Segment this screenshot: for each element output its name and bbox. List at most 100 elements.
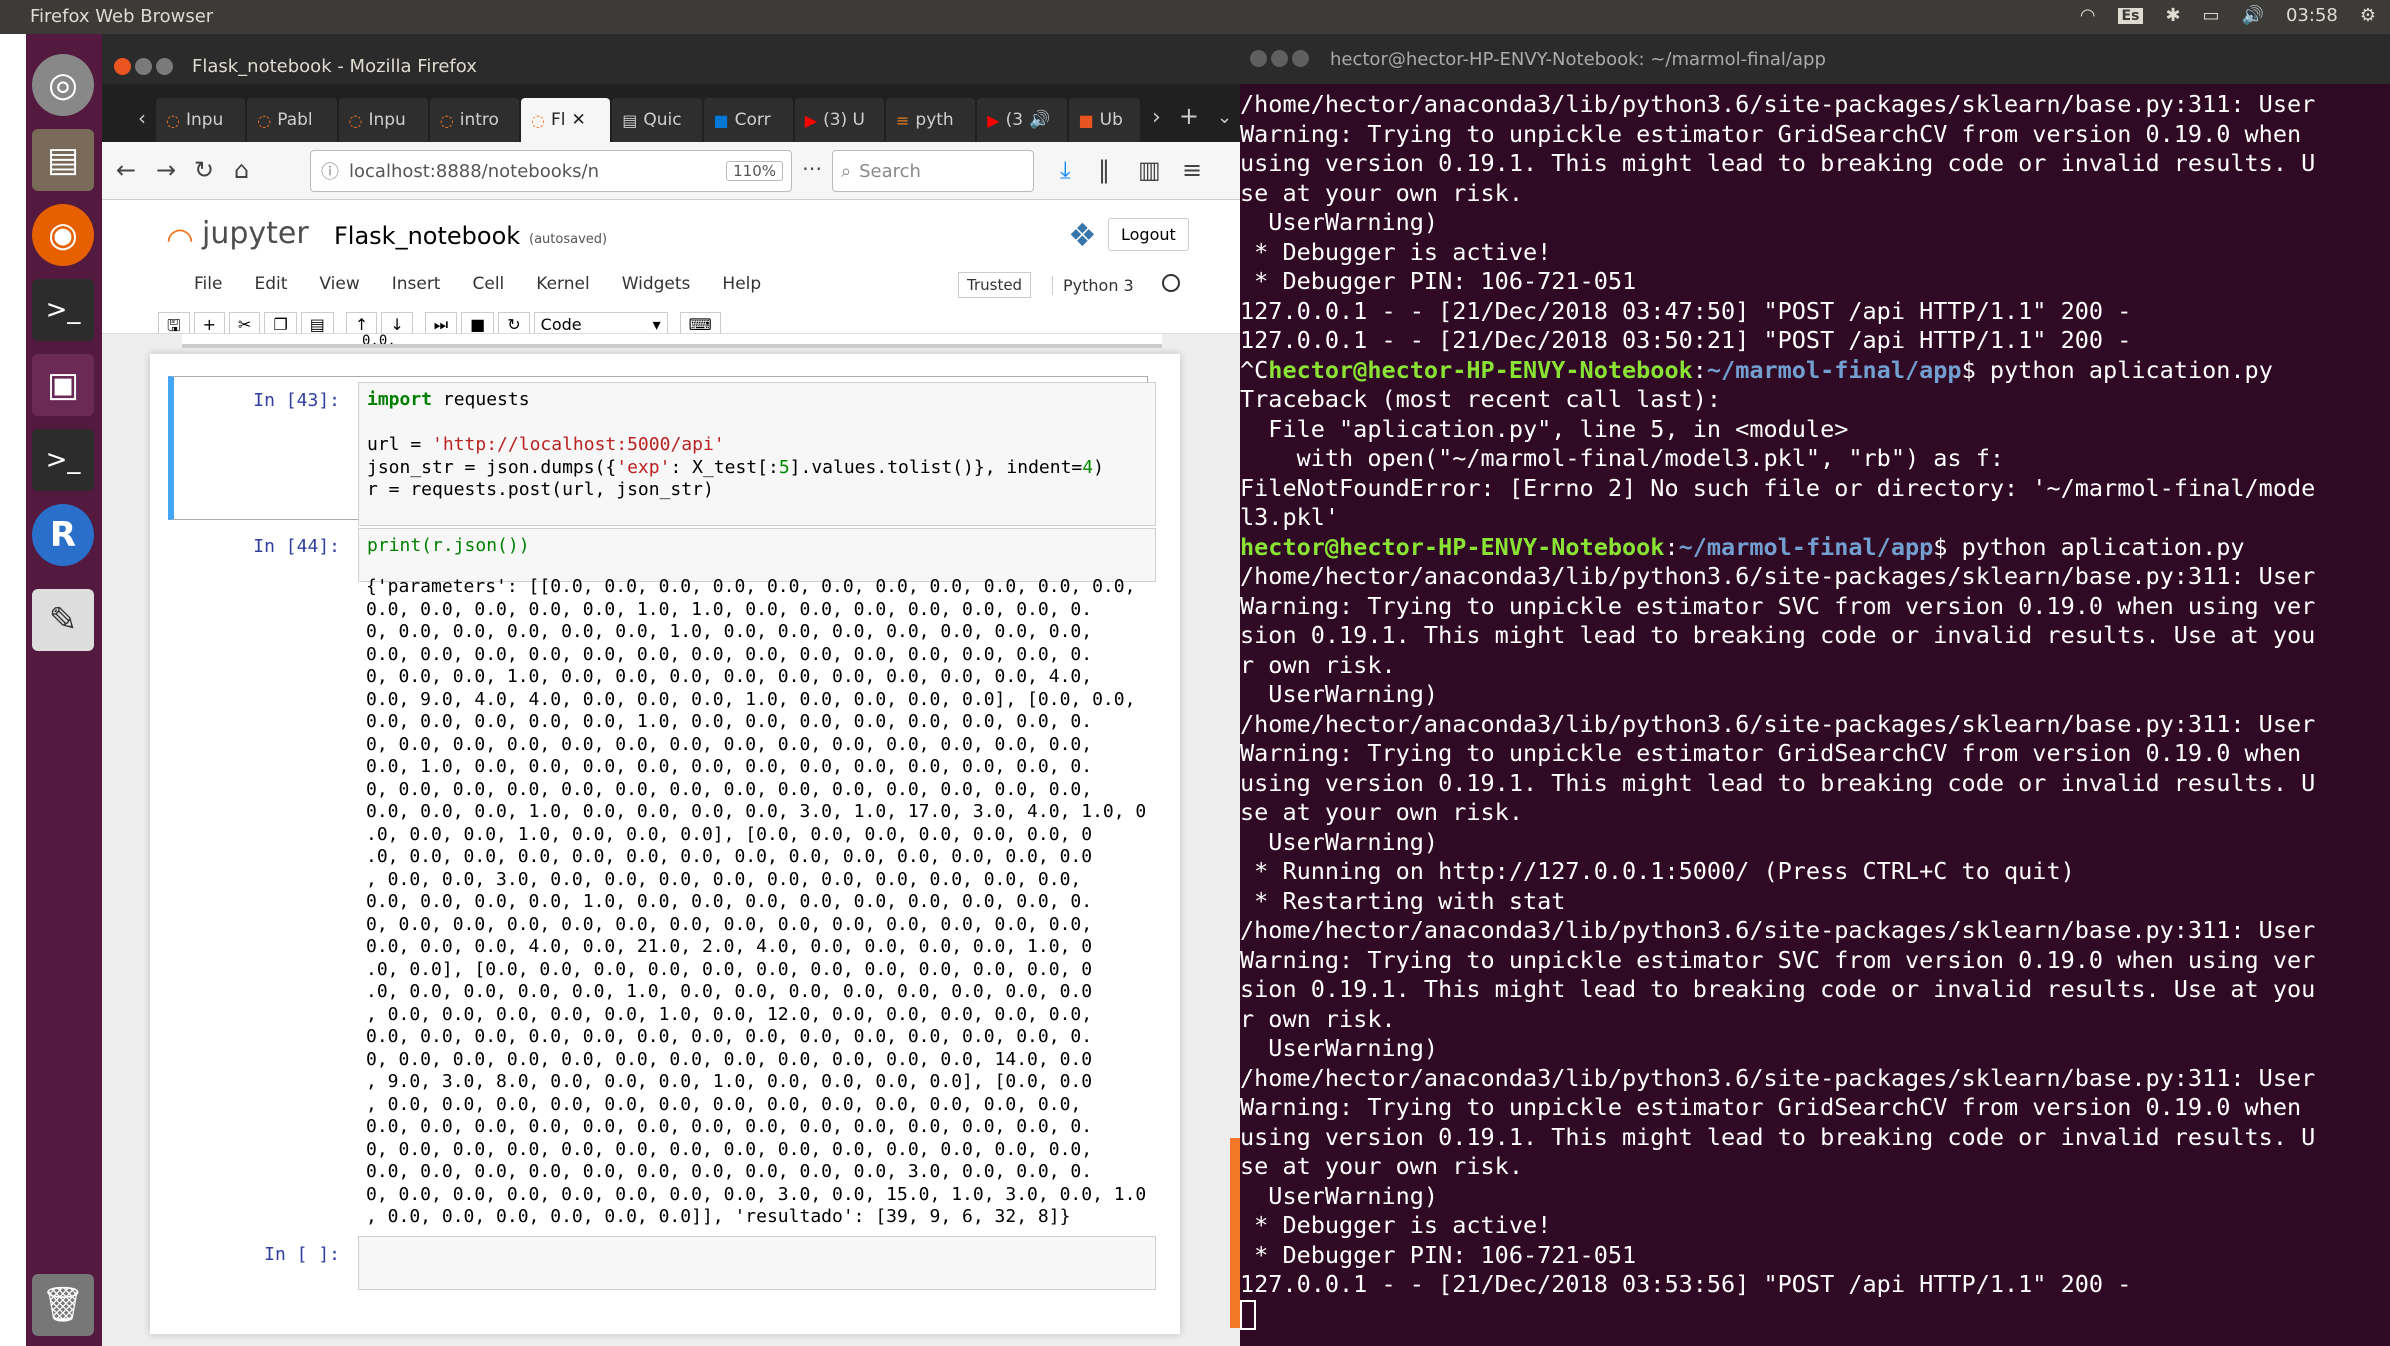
forward-icon[interactable]: → — [156, 156, 176, 184]
wifi-icon[interactable]: ◠ — [2080, 5, 2096, 26]
menu-widgets[interactable]: Widgets — [606, 264, 707, 300]
tab[interactable]: ≡ pyth — [886, 98, 976, 142]
tab[interactable]: ◌ intro — [429, 98, 519, 142]
tab[interactable]: ■ Ub — [1068, 98, 1141, 142]
tab[interactable]: ◌ Inpu — [338, 98, 428, 142]
terminal-prompt-line: ^Chector@hector-HP-ENVY-Notebook:~/marmo… — [1240, 355, 2273, 384]
home-icon[interactable]: ⌂ — [234, 156, 249, 184]
search-field[interactable]: ⌕ Search — [832, 150, 1034, 192]
kernel-name: Python 3 — [1052, 276, 1134, 295]
jupyter-favicon-icon: ◌ — [531, 110, 545, 130]
terminal-prompt-line: hector@hector-HP-ENVY-Notebook:~/marmol-… — [1240, 532, 2245, 561]
jupyter-logo-icon[interactable]: ◠ — [166, 220, 194, 258]
terminal-line: UserWarning) — [1240, 680, 1439, 708]
output-line: 0.0, 0.0, 0.0, 0.0, 0.0, 0.0, 0.0, 0.0, … — [366, 1026, 1093, 1047]
output-line: 0.0, 0.0, 0.0, 4.0, 0.0, 21.0, 2.0, 4.0,… — [366, 936, 1093, 957]
trusted-indicator[interactable]: Trusted — [958, 272, 1032, 298]
jupyter-favicon-icon: ◌ — [166, 110, 180, 130]
tab[interactable]: ◌ Inpu — [156, 98, 246, 142]
text-editor-icon[interactable]: ✎ — [32, 589, 94, 651]
ubuntu-dash-icon[interactable]: ◎ — [32, 54, 94, 116]
reload-icon[interactable]: ↻ — [194, 156, 214, 184]
menu-view[interactable]: View — [303, 264, 375, 300]
cell-prompt: In [44]: — [253, 536, 340, 557]
back-icon[interactable]: ← — [116, 156, 136, 184]
scroll-indicator[interactable] — [1230, 1138, 1240, 1328]
speaker-icon[interactable]: 🔊 — [1029, 110, 1050, 130]
files-icon[interactable]: ▤ — [32, 129, 94, 191]
output-line: 0.0, 0.0, 0.0, 0.0, 0.0, 1.0, 1.0, 0.0, … — [366, 598, 1093, 620]
jupyter-logo-text[interactable]: jupyter — [202, 216, 309, 251]
tab-scroll-right-icon[interactable]: › — [1142, 105, 1171, 142]
gear-icon[interactable]: ⚙ — [2360, 5, 2376, 26]
output-line: 0.0, 1.0, 0.0, 0.0, 0.0, 0.0, 0.0, 0.0, … — [366, 756, 1093, 777]
maximize-icon[interactable] — [1292, 50, 1309, 67]
terminal-output[interactable]: /home/hector/anaconda3/lib/python3.6/sit… — [1240, 84, 2390, 1346]
terminal-line: se at your own risk. — [1240, 1152, 1523, 1180]
disk-icon[interactable]: ▣ — [32, 354, 94, 416]
terminal-icon[interactable]: >_ — [32, 279, 94, 341]
sidebar-icon[interactable]: ▥ — [1138, 156, 1161, 184]
navigation-bar: ← → ↻ ⌂ ⓘ localhost:8888/notebooks/n 110… — [102, 142, 1240, 200]
r-icon[interactable]: R — [32, 504, 94, 566]
tab[interactable]: ▶ (3) U — [794, 98, 884, 142]
terminal2-icon[interactable]: >_ — [32, 429, 94, 491]
tab-active[interactable]: ◌ Fl ✕ — [521, 98, 611, 142]
tab[interactable]: ◌ Pabl — [247, 98, 337, 142]
top-panel: Firefox Web Browser ◠ Es ✱ ▭ 🔊 03:58 ⚙ — [0, 0, 2390, 34]
tab-scroll-left-icon[interactable]: ‹ — [138, 106, 154, 142]
download-icon[interactable]: ⤓ — [1060, 156, 1071, 184]
output-line: 0.0, 0.0, 0.0, 0.0, 1.0, 0.0, 0.0, 0.0, … — [366, 891, 1093, 912]
bluetooth-icon[interactable]: ✱ — [2165, 5, 2180, 26]
page-actions-icon[interactable]: ⋯ — [802, 156, 822, 180]
output-line: 0, 0.0, 0.0, 0.0, 0.0, 0.0, 1.0, 0.0, 0.… — [366, 621, 1093, 642]
print-code: print(r.json()) — [367, 535, 530, 556]
url-bar[interactable]: ⓘ localhost:8888/notebooks/n 110% — [310, 150, 792, 192]
menu-edit[interactable]: Edit — [238, 264, 303, 300]
logout-button[interactable]: Logout — [1108, 218, 1189, 251]
close-icon[interactable] — [114, 58, 131, 75]
maximize-icon[interactable] — [156, 58, 173, 75]
zoom-indicator[interactable]: 110% — [726, 161, 783, 181]
youtube-favicon-icon: ▶ — [804, 110, 818, 130]
tab[interactable]: ▤ Quic — [612, 98, 702, 142]
battery-icon[interactable]: ▭ — [2203, 5, 2220, 26]
notebook-page: In [43]: import requests url = 'http://l… — [150, 354, 1180, 1334]
terminal-line: 127.0.0.1 - - [21/Dec/2018 03:47:50] "PO… — [1240, 296, 2132, 325]
terminal-title: hector@hector-HP-ENVY-Notebook: ~/marmol… — [1330, 49, 1826, 70]
library-icon[interactable]: ‖ — [1098, 156, 1110, 184]
chevron-down-icon[interactable]: ⌄ — [1211, 107, 1240, 142]
empty-code-cell[interactable] — [358, 1236, 1156, 1290]
notebook-name[interactable]: Flask_notebook — [334, 222, 520, 250]
system-tray: ◠ Es ✱ ▭ 🔊 03:58 ⚙ — [2080, 5, 2376, 26]
menu-help[interactable]: Help — [706, 264, 777, 300]
firefox-icon[interactable]: ◉ — [32, 204, 94, 266]
menu-file[interactable]: File — [178, 264, 238, 300]
new-tab-icon[interactable]: + — [1173, 102, 1209, 142]
minimize-icon[interactable] — [1271, 50, 1288, 67]
tab[interactable]: ■ Corr — [703, 98, 793, 142]
clock[interactable]: 03:58 — [2286, 5, 2338, 26]
volume-icon[interactable]: 🔊 — [2242, 5, 2264, 26]
menu-cell[interactable]: Cell — [456, 264, 520, 300]
terminal-block: Traceback (most recent call last): File … — [1240, 385, 2390, 533]
close-icon[interactable] — [1250, 50, 1267, 67]
menu-kernel[interactable]: Kernel — [520, 264, 605, 300]
keyboard-layout-indicator[interactable]: Es — [2117, 7, 2144, 24]
terminal-line: UserWarning) — [1240, 827, 1439, 856]
close-tab-icon[interactable]: ✕ — [571, 110, 585, 130]
output-line: 0.0, 0.0, 0.0, 1.0, 0.0, 0.0, 0.0, 0.0, … — [366, 801, 1147, 822]
url-text[interactable]: localhost:8888/notebooks/n — [349, 161, 726, 182]
jupyter-header: ◠ jupyter Flask_notebook (autosaved) ❖ L… — [102, 200, 1240, 345]
terminal-line: se at your own risk. — [1240, 178, 1523, 207]
code-cell-input[interactable]: print(r.json()) — [358, 528, 1156, 582]
menu-insert[interactable]: Insert — [376, 264, 457, 300]
hamburger-menu-icon[interactable]: ≡ — [1182, 156, 1202, 184]
minimize-icon[interactable] — [135, 58, 152, 75]
info-icon[interactable]: ⓘ — [321, 158, 339, 184]
trash-icon[interactable]: 🗑 — [32, 1274, 94, 1336]
cell-output: {'parameters': [[0.0, 0.0, 0.0, 0.0, 0.0… — [366, 576, 1156, 1229]
code-cell-input[interactable]: import requests url = 'http://localhost:… — [358, 382, 1156, 526]
output-line: 0, 0.0, 0.0, 1.0, 0.0, 0.0, 0.0, 0.0, 0.… — [366, 666, 1093, 687]
tab[interactable]: ▶ (3 🔊 — [977, 98, 1067, 142]
